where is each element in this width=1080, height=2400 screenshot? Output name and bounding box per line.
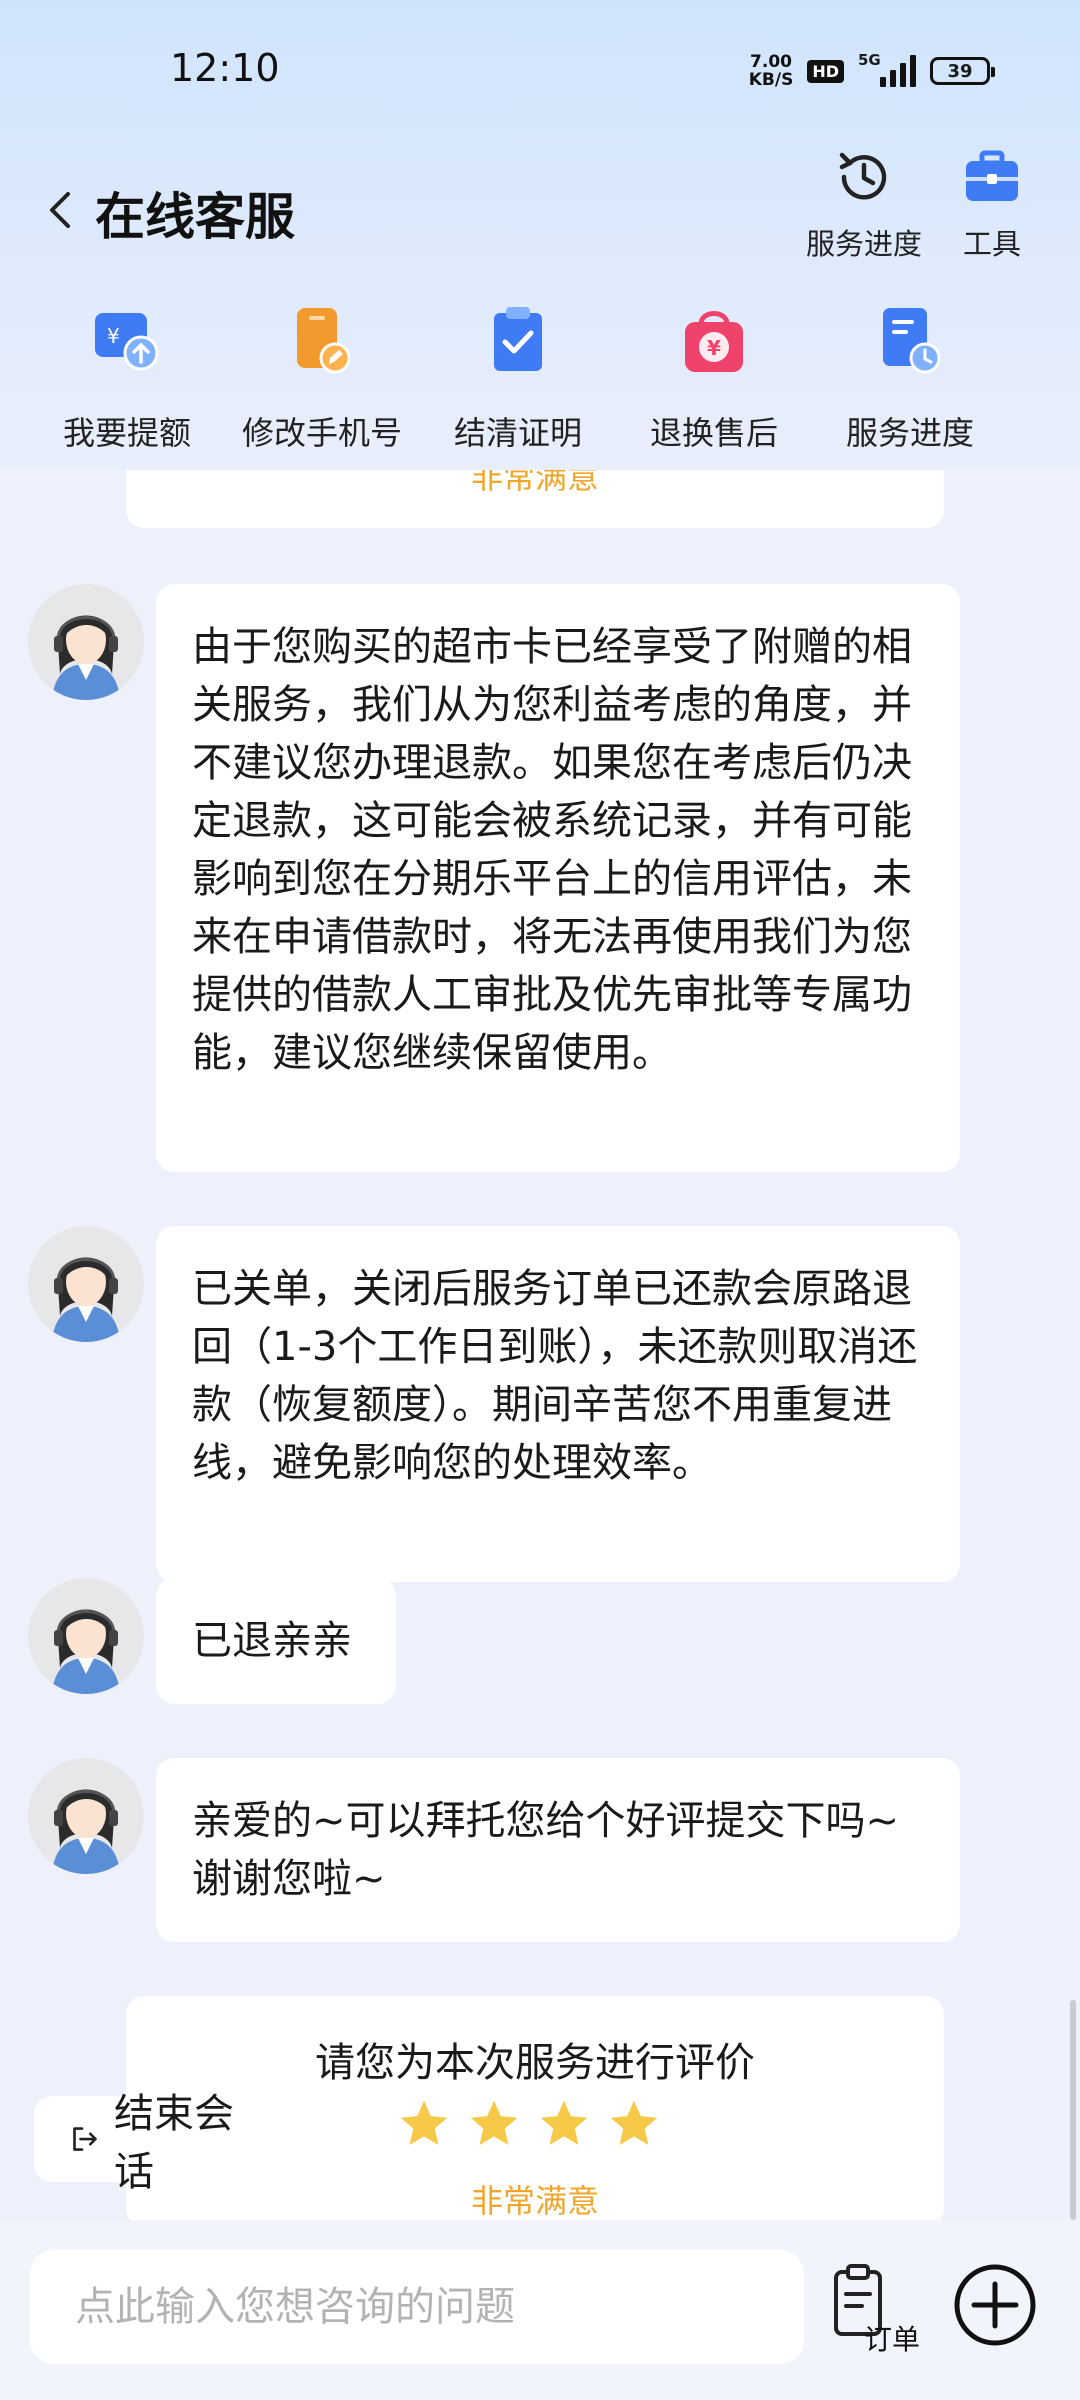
- shortcut-raise-limit[interactable]: ¥ 我要提额: [27, 300, 227, 454]
- status-time: 12:10: [170, 46, 280, 90]
- shortcut-service-progress[interactable]: 服务进度: [810, 300, 1010, 454]
- status-icons: 7.00 KB/S HD 5G 39: [749, 48, 995, 94]
- svg-text:¥: ¥: [707, 336, 721, 360]
- rating-stars: [396, 2096, 662, 2152]
- clock-history-icon: [839, 152, 887, 200]
- network-speed-value: 7.00: [750, 52, 792, 72]
- agent-avatar: [28, 584, 144, 700]
- network-type: 5G: [858, 51, 881, 69]
- more-button[interactable]: [952, 2262, 1038, 2348]
- end-chat-label: 结束会话: [114, 2091, 234, 2195]
- chevron-left-icon: [50, 192, 70, 228]
- rating-prompt: 请您为本次服务进行评价: [315, 2040, 755, 2086]
- agent-message-bubble: 亲爱的~可以拜托您给个好评提交下吗~谢谢您啦~: [156, 1758, 960, 1942]
- toolbox-icon: [966, 150, 1018, 201]
- tools-button[interactable]: 工具: [960, 145, 1024, 263]
- agent-avatar: [28, 1578, 144, 1694]
- agent-avatar: [28, 1758, 144, 1874]
- svg-text:¥: ¥: [107, 324, 120, 348]
- hd-icon: HD: [807, 59, 844, 83]
- tools-label: 工具: [962, 227, 1021, 261]
- battery-level: 39: [947, 60, 973, 82]
- agent-avatar: [28, 1226, 144, 1342]
- shortcut-label: 我要提额: [62, 414, 191, 452]
- order-button[interactable]: 订单: [832, 2262, 932, 2358]
- previous-rating-result: 非常满意: [470, 470, 599, 496]
- page-title: 在线客服: [95, 188, 295, 246]
- status-bar: 12:10 7.00 KB/S HD 5G 39: [0, 0, 1080, 140]
- order-label: 订单: [864, 2323, 921, 2356]
- service-progress-label: 服务进度: [806, 227, 923, 261]
- battery-icon: 39: [930, 57, 995, 85]
- message-text: 已退亲亲: [192, 1618, 352, 1664]
- chat-history: 非常满意 由于您购买的超市卡已经享受了附赠的相关服务，我们从为您利益考虑的角度，…: [0, 470, 1080, 2220]
- back-button[interactable]: [30, 180, 90, 240]
- shortcut-label: 修改手机号: [241, 414, 402, 452]
- shortcut-label: 服务进度: [845, 414, 974, 452]
- message-text: 亲爱的~可以拜托您给个好评提交下吗~谢谢您啦~: [192, 1798, 900, 1902]
- shortcut-settlement-proof[interactable]: 结清证明: [418, 300, 618, 454]
- network-speed-unit: KB/S: [748, 70, 794, 90]
- chat-scrollbar[interactable]: [1070, 2000, 1076, 2220]
- star-icon[interactable]: [536, 2096, 592, 2152]
- input-bar: 订单: [0, 2220, 1080, 2400]
- phone-edit-icon: [282, 300, 362, 380]
- star-icon[interactable]: [396, 2096, 452, 2152]
- app-header: 在线客服 服务进度 工具: [0, 140, 1080, 290]
- end-chat-button[interactable]: 结束会话: [34, 2091, 234, 2195]
- network-speed: 7.00 KB/S: [749, 53, 794, 89]
- agent-message-bubble: 已关单，关闭后服务订单已还款会原路退回（1-3个工作日到账），未还款则取消还款（…: [156, 1226, 960, 1582]
- clipboard-check-icon: [478, 300, 558, 380]
- signal-icon: 5G: [858, 51, 916, 87]
- shortcut-bar: ¥ 我要提额 修改手机号 结清证明 ¥ 退换售后 服务进度: [0, 300, 1080, 460]
- shortcut-label: 结清证明: [453, 414, 582, 452]
- shortcut-change-phone[interactable]: 修改手机号: [222, 300, 422, 454]
- wallet-upload-icon: ¥: [87, 300, 167, 380]
- message-input[interactable]: [30, 2250, 804, 2364]
- star-icon[interactable]: [606, 2096, 662, 2152]
- previous-rating-card: 非常满意: [126, 470, 944, 528]
- shortcut-after-sales[interactable]: ¥ 退换售后: [614, 300, 814, 454]
- exit-icon: [73, 2127, 97, 2151]
- message-text: 已关单，关闭后服务订单已还款会原路退回（1-3个工作日到账），未还款则取消还款（…: [192, 1266, 918, 1486]
- agent-message-bubble: 已退亲亲: [156, 1578, 396, 1704]
- rating-card: 请您为本次服务进行评价 非常满意: [126, 1996, 944, 2220]
- rating-result: 非常满意: [470, 2182, 599, 2220]
- star-icon[interactable]: [466, 2096, 522, 2152]
- shopping-bag-yuan-icon: ¥: [674, 300, 754, 380]
- agent-message-bubble: 由于您购买的超市卡已经享受了附赠的相关服务，我们从为您利益考虑的角度，并不建议您…: [156, 584, 960, 1172]
- shortcut-label: 退换售后: [649, 414, 778, 452]
- message-text: 由于您购买的超市卡已经享受了附赠的相关服务，我们从为您利益考虑的角度，并不建议您…: [192, 624, 912, 1076]
- plus-circle-icon: [954, 2264, 1036, 2346]
- document-clock-icon: [870, 300, 950, 380]
- service-progress-button[interactable]: 服务进度: [806, 145, 922, 263]
